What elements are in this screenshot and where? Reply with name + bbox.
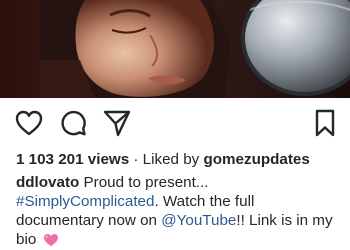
pink-heart-emoji-icon: [43, 233, 59, 250]
liked-by-prefix: · Liked by: [133, 151, 200, 168]
heart-outline-icon[interactable]: [14, 108, 44, 138]
post-video[interactable]: [0, 0, 350, 98]
post-action-bar: [0, 108, 350, 142]
caption-username[interactable]: ddlovato: [16, 174, 79, 191]
paper-plane-icon[interactable]: [102, 108, 132, 138]
comment-bubble-icon[interactable]: [58, 108, 88, 138]
caption-text: Proud to present...: [83, 174, 209, 191]
post-meta: 1 103 201 views · Liked by gomezupdates …: [16, 150, 346, 250]
views-count[interactable]: 1 103 201 views: [16, 151, 129, 168]
views-line: 1 103 201 views · Liked by gomezupdates: [16, 150, 346, 169]
caption-mention[interactable]: @YouTube: [161, 212, 236, 229]
instagram-post: 1 103 201 views · Liked by gomezupdates …: [0, 0, 350, 250]
liked-by-username[interactable]: gomezupdates: [204, 151, 310, 168]
caption-hashtag[interactable]: #SimplyComplicated: [16, 193, 154, 210]
bookmark-icon[interactable]: [310, 108, 340, 138]
post-caption: ddlovato Proud to present... #SimplyComp…: [16, 173, 346, 250]
video-frame-image: [0, 0, 350, 98]
